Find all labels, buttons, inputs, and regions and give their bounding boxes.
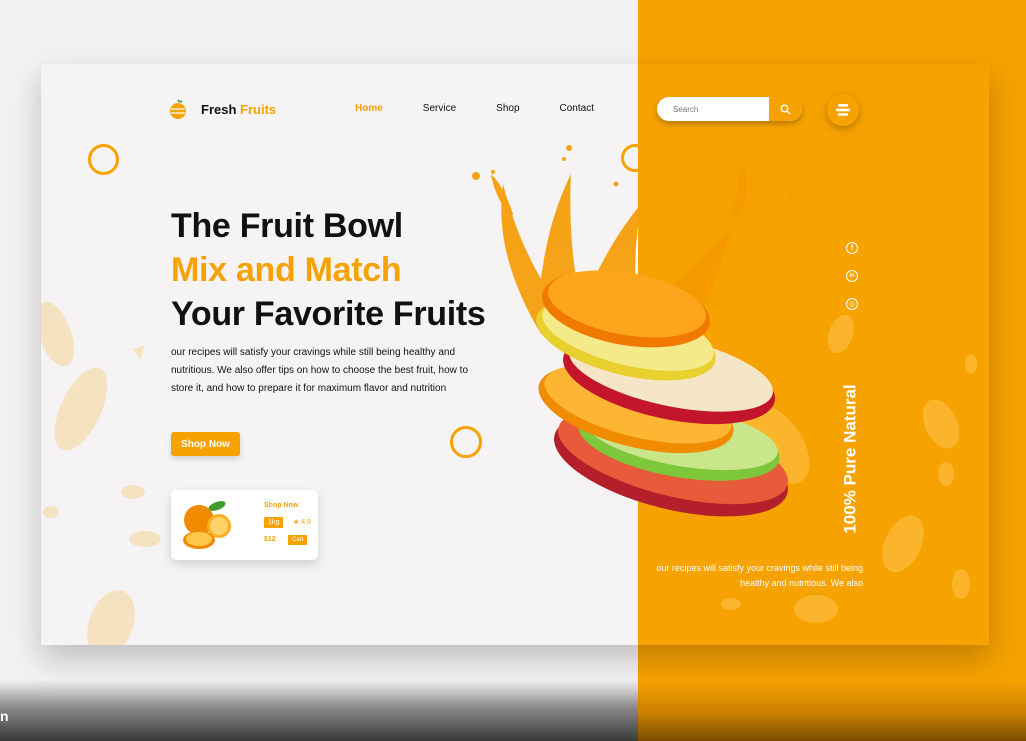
side-tag-text: 100% Pure Natural — [841, 383, 861, 534]
search-input[interactable] — [657, 104, 767, 114]
search-bar — [657, 97, 802, 121]
bottom-shadow-right — [638, 680, 1026, 741]
decorative-ring — [88, 144, 119, 175]
social-links: f in ◎ — [846, 242, 858, 310]
product-price: $12 — [264, 536, 276, 543]
product-card-title[interactable]: Shop Now — [264, 502, 298, 509]
hero-line-3: Your Favorite Fruits — [171, 295, 486, 333]
orange-product-image — [183, 501, 231, 549]
cropped-letter: n — [0, 708, 9, 724]
landing-page-card: Fresh Fruits Home Service Shop Contact T… — [41, 64, 989, 645]
product-card[interactable]: Shop Now 1kg ★ 4.9 $12 Cart — [171, 490, 318, 560]
decorative-ring — [450, 426, 482, 458]
brand-name-part2: Fruits — [240, 101, 277, 117]
nav-home[interactable]: Home — [355, 103, 383, 114]
brand-logo[interactable]: Fresh Fruits — [169, 98, 276, 120]
shop-now-button[interactable]: Shop Now — [171, 432, 240, 456]
menu-button[interactable] — [827, 94, 859, 126]
search-button[interactable] — [769, 97, 802, 121]
search-icon — [780, 104, 791, 115]
hero-heading: The Fruit Bowl Mix and Match Your Favori… — [171, 204, 486, 336]
nav-service[interactable]: Service — [423, 103, 456, 114]
side-description: our recipes will satisfy your cravings w… — [656, 563, 863, 588]
menu-icon — [836, 104, 850, 116]
hero-description: our recipes will satisfy your cravings w… — [171, 347, 469, 394]
brand-name-part1: Fresh — [201, 101, 237, 117]
nav-contact[interactable]: Contact — [560, 103, 594, 114]
facebook-icon[interactable]: f — [846, 242, 858, 254]
nav-shop[interactable]: Shop — [496, 103, 519, 114]
product-weight-badge: 1kg — [264, 517, 284, 528]
instagram-icon[interactable]: ◎ — [846, 298, 858, 310]
main-nav: Home Service Shop Contact — [355, 103, 634, 114]
linkedin-icon[interactable]: in — [846, 270, 858, 282]
hero-line-1: The Fruit Bowl — [171, 207, 403, 245]
add-to-cart-button[interactable]: Cart — [288, 535, 308, 545]
background-droplets — [41, 301, 161, 645]
decorative-ring — [621, 144, 649, 172]
orange-logo-icon — [169, 98, 187, 120]
bottom-shadow-left — [0, 680, 638, 741]
side-tag: 100% Pure Natural — [837, 366, 865, 551]
brand-name: Fresh Fruits — [201, 102, 276, 117]
hero-line-2: Mix and Match — [171, 251, 402, 289]
product-rating: ★ 4.9 — [293, 519, 311, 526]
fruit-stack — [536, 270, 788, 517]
